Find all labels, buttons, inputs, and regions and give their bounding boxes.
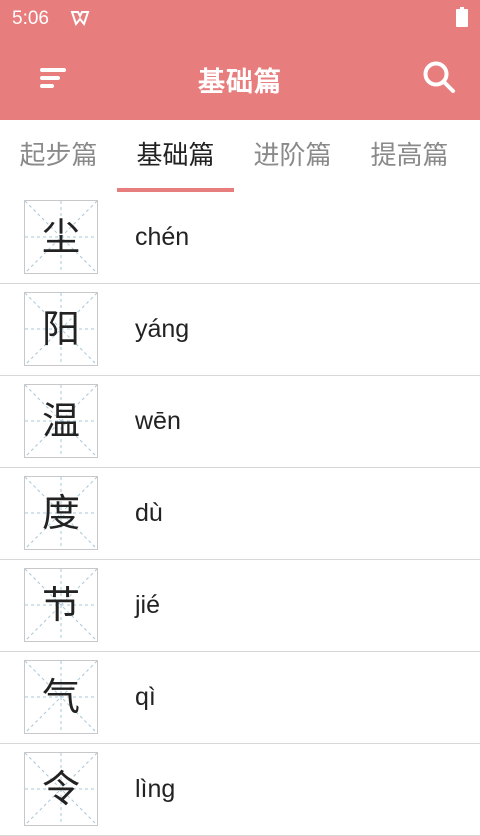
word-row[interactable]: 温 wēn (0, 376, 480, 468)
app-notification-icon (70, 11, 90, 26)
word-row[interactable]: 尘 chén (0, 192, 480, 284)
character-grid: 温 (24, 384, 98, 458)
tab-jichu[interactable]: 基础篇 (117, 120, 234, 192)
character-grid: 阳 (24, 292, 98, 366)
character-grid: 节 (24, 568, 98, 642)
word-character: 尘 (41, 215, 80, 259)
tab-bar: 起步篇 基础篇 进阶篇 提高篇 (0, 120, 480, 192)
character-grid: 令 (24, 752, 98, 826)
word-character: 度 (41, 491, 80, 535)
character-grid: 气 (24, 660, 98, 734)
status-bar: 5:06 (0, 0, 480, 38)
word-pinyin: dù (135, 499, 163, 527)
tab-tigao[interactable]: 提高篇 (351, 120, 468, 192)
status-time: 5:06 (12, 8, 49, 29)
character-grid: 度 (24, 476, 98, 550)
character-grid: 尘 (24, 200, 98, 274)
word-row[interactable]: 度 dù (0, 468, 480, 560)
word-pinyin: qì (135, 683, 156, 711)
word-pinyin: chén (135, 223, 190, 251)
word-character: 温 (41, 399, 80, 443)
word-character: 令 (41, 767, 80, 811)
word-row[interactable]: 节 jié (0, 560, 480, 652)
word-pinyin: yáng (135, 315, 190, 343)
word-pinyin: wēn (135, 407, 181, 435)
app-bar: 基础篇 (0, 38, 480, 120)
tab-qibu[interactable]: 起步篇 (0, 120, 117, 192)
page-title: 基础篇 (198, 67, 282, 98)
search-icon[interactable] (422, 60, 456, 94)
battery-icon (456, 7, 468, 27)
tab-jinjie[interactable]: 进阶篇 (234, 120, 351, 192)
word-pinyin: jié (135, 591, 161, 619)
word-row[interactable]: 令 lìng (0, 744, 480, 836)
word-pinyin: lìng (135, 775, 176, 803)
word-row[interactable]: 气 qì (0, 652, 480, 744)
word-row[interactable]: 阳 yáng (0, 284, 480, 376)
word-character: 气 (41, 675, 80, 719)
word-character: 节 (41, 583, 80, 627)
word-list: 尘 chén 阳 yáng 温 wēn 度 dù 节 jié 气 qì 令 lì… (0, 192, 480, 836)
word-character: 阳 (41, 307, 80, 351)
